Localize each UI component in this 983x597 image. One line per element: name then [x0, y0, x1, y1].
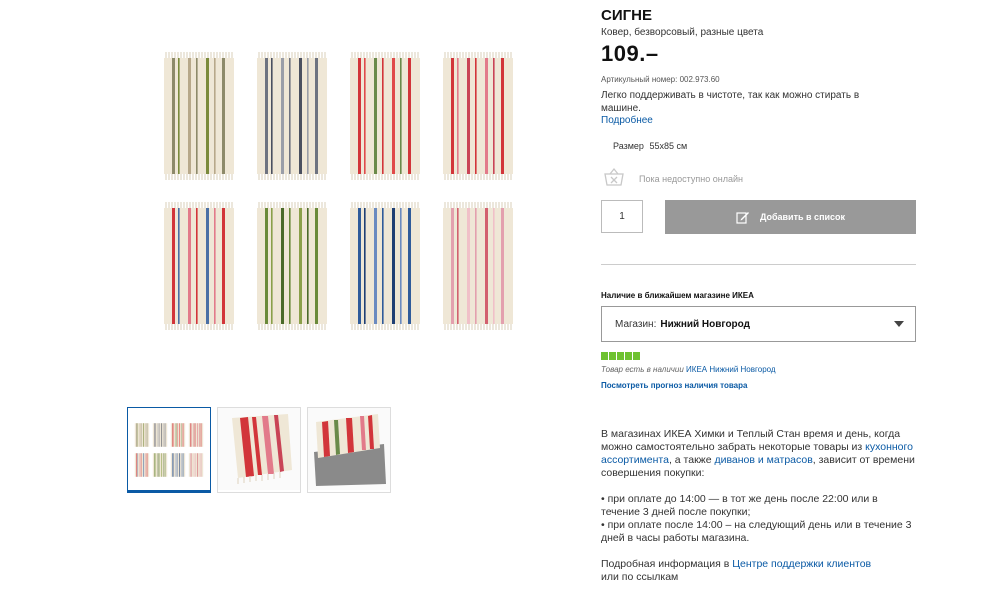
- section-divider: [601, 264, 916, 265]
- stock-store-link[interactable]: ИКЕА Нижний Новгород: [686, 365, 776, 374]
- delivery-text: или по ссылкам: [601, 571, 678, 583]
- delivery-bullets: • при оплате до 14:00 — в тот же день по…: [601, 493, 916, 545]
- store-availability-heading: Наличие в ближайшем магазине ИКЕА: [601, 291, 754, 300]
- size-info: Размер 55x85 см: [613, 141, 687, 151]
- thumbnail-rug-underlay-image: [308, 408, 390, 490]
- rug-grey-blue-thumb: [153, 423, 167, 447]
- rug-red-green: [346, 52, 424, 180]
- rug-red-green-thumb: [171, 423, 185, 447]
- stock-status: Товар есть в наличии ИКЕА Нижний Новгоро…: [601, 365, 776, 374]
- stock-level-segment: [617, 352, 624, 360]
- rug-blue-navy-thumb: [171, 453, 185, 477]
- rug-green-olive-thumb: [153, 453, 167, 477]
- rug-pink-red-thumb: [189, 453, 203, 477]
- thumbnail-rug-with-underlay[interactable]: [307, 407, 391, 493]
- product-subtitle: Ковер, безворсовый, разные цвета: [601, 27, 763, 38]
- sofas-mattresses-link[interactable]: диванов и матрасов: [714, 454, 812, 466]
- rug-red-pink: [439, 52, 517, 180]
- thumbnail-rug-grid-image: [128, 408, 210, 490]
- quantity-input[interactable]: [601, 200, 643, 233]
- rug-pink-red: [439, 202, 517, 330]
- rug-grey-blue: [253, 52, 331, 180]
- stock-status-text: Товар есть в наличии: [601, 365, 684, 374]
- stock-level-segment: [609, 352, 616, 360]
- rug-green-olive: [253, 202, 331, 330]
- edit-list-icon: [736, 210, 750, 224]
- rug-beige-green: [160, 52, 238, 180]
- store-select[interactable]: Магазин: Нижний Новгород: [601, 306, 916, 342]
- online-unavailable-text: Пока недоступно онлайн: [639, 174, 743, 184]
- delivery-text: , а также: [669, 454, 715, 466]
- main-product-image[interactable]: [160, 50, 540, 344]
- size-label: Размер: [613, 141, 644, 151]
- thumbnail-all-colors[interactable]: [127, 407, 211, 493]
- delivery-text: Подробная информация в: [601, 558, 732, 570]
- customer-support-link[interactable]: Центре поддержки клиентов: [732, 558, 871, 570]
- stock-forecast-link[interactable]: Посмотреть прогноз наличия товара: [601, 381, 747, 390]
- delivery-paragraph-3: Подробная информация в Центре поддержки …: [601, 558, 916, 584]
- article-number-label: Артикульный номер:: [601, 75, 677, 84]
- stock-level-segment: [633, 352, 640, 360]
- product-description: Легко поддерживать в чистоте, так как мо…: [601, 89, 901, 115]
- delivery-bullet-1: • при оплате до 14:00 — в тот же день по…: [601, 493, 878, 518]
- stock-level-segment: [601, 352, 608, 360]
- article-number: Артикульный номер: 002.973.60: [601, 75, 720, 84]
- article-number-value: 002.973.60: [680, 75, 720, 84]
- rug-red-pink-thumb: [189, 423, 203, 447]
- rug-red-blue: [160, 202, 238, 330]
- thumbnail-rug-closeup[interactable]: [217, 407, 301, 493]
- online-availability: Пока недоступно онлайн: [603, 168, 743, 190]
- delivery-bullet-2: • при оплате после 14:00 – на следующий …: [601, 519, 911, 544]
- product-name: СИГНЕ: [601, 7, 652, 24]
- size-value: 55x85 см: [649, 141, 687, 151]
- delivery-paragraph-1: В магазинах ИКЕА Химки и Теплый Стан вре…: [601, 428, 916, 480]
- stock-level-indicator: [601, 352, 641, 360]
- thumbnail-strip: [127, 407, 397, 495]
- product-price: 109.–: [601, 41, 659, 67]
- stock-level-segment: [625, 352, 632, 360]
- delivery-info: В магазинах ИКЕА Химки и Теплый Стан вре…: [601, 428, 916, 597]
- rug-red-blue-thumb: [135, 453, 149, 477]
- more-details-link[interactable]: Подробнее: [601, 115, 653, 126]
- rug-beige-green-thumb: [135, 423, 149, 447]
- add-to-list-button[interactable]: Добавить в список: [665, 200, 916, 234]
- basket-icon: [603, 167, 625, 192]
- rug-blue-navy: [346, 202, 424, 330]
- add-to-list-label: Добавить в список: [760, 212, 845, 222]
- store-select-label: Магазин:: [615, 319, 656, 330]
- store-select-value: Нижний Новгород: [660, 319, 750, 330]
- thumbnail-rug-closeup-image: [218, 408, 300, 490]
- chevron-down-icon: [894, 321, 904, 327]
- delivery-text: В магазинах ИКЕА Химки и Теплый Стан вре…: [601, 428, 900, 453]
